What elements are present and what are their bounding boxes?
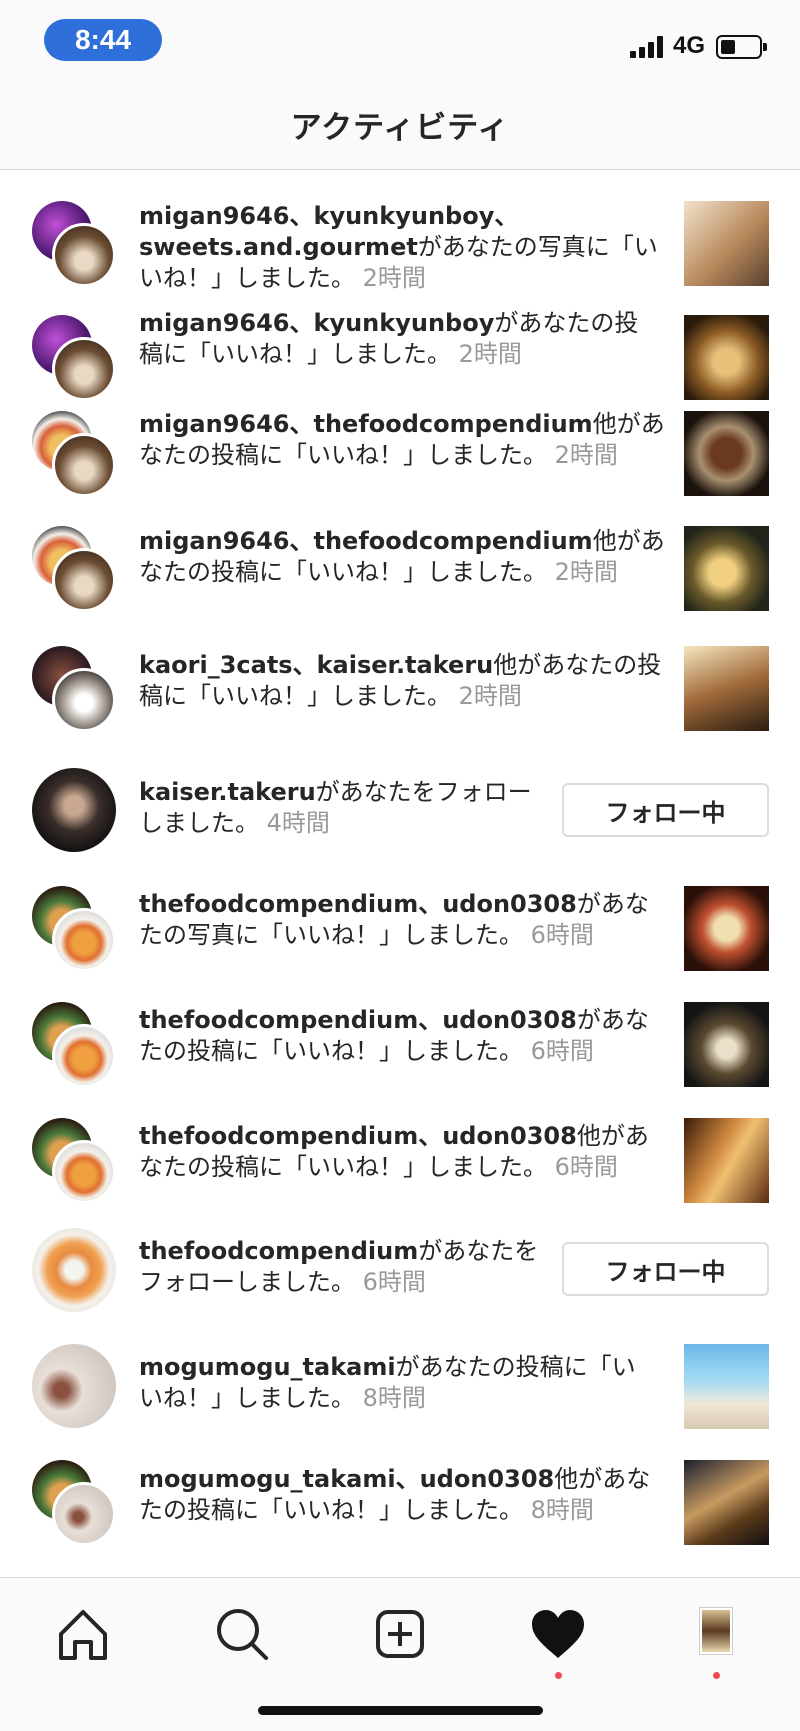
search-icon[interactable]	[212, 1604, 272, 1664]
post-thumbnail[interactable]	[684, 1344, 769, 1429]
new-post-icon[interactable]	[370, 1604, 430, 1664]
avatar	[52, 668, 116, 732]
usernames[interactable]: thefoodcompendium、udon0308	[139, 1006, 577, 1034]
activity-text: kaiser.takeruがあなたをフォローしました。 4時間	[139, 777, 549, 839]
post-thumbnail[interactable]	[684, 315, 769, 400]
activity-heart-icon[interactable]	[528, 1604, 588, 1664]
usernames[interactable]: mogumogu_takami	[139, 1353, 396, 1381]
avatar	[52, 1482, 116, 1546]
activity-text: mogumogu_takami、udon0308他があなたの投稿に「いいね！」し…	[139, 1464, 659, 1526]
activity-text: thefoodcompendium、udon0308他があなたの投稿に「いいね！…	[139, 1121, 659, 1183]
activity-text: thefoodcompendium、udon0308があなたの写真に「いいね！」…	[139, 889, 659, 951]
avatar	[52, 1140, 116, 1204]
profile-icon[interactable]	[699, 1607, 733, 1655]
home-icon[interactable]	[53, 1604, 113, 1664]
usernames[interactable]: thefoodcompendium	[139, 1237, 418, 1265]
activity-row[interactable]: thefoodcompendium、udon0308他があなたの投稿に「いいね！…	[0, 1112, 800, 1228]
post-thumbnail[interactable]	[684, 201, 769, 286]
activity-row[interactable]: thefoodcompendium、udon0308があなたの写真に「いいね！」…	[0, 880, 800, 996]
post-thumbnail[interactable]	[684, 646, 769, 731]
activity-feed[interactable]: migan9646、kyunkyunboy、sweets.and.gourmet…	[0, 171, 800, 1577]
usernames[interactable]: thefoodcompendium、udon0308	[139, 1122, 577, 1150]
avatar-stack[interactable]	[32, 411, 116, 497]
avatar	[52, 548, 116, 612]
activity-text: thefoodcompendium、udon0308があなたの投稿に「いいね！」…	[139, 1005, 659, 1067]
activity-row[interactable]: migan9646、kyunkyunboy、sweets.and.gourmet…	[0, 171, 800, 293]
activity-text: thefoodcompendiumがあなたをフォローしました。 6時間	[139, 1236, 549, 1298]
avatar	[52, 223, 116, 287]
avatar-stack[interactable]	[32, 886, 116, 972]
avatar-stack[interactable]	[32, 201, 116, 287]
usernames[interactable]: mogumogu_takami、udon0308	[139, 1465, 554, 1493]
avatar-stack[interactable]	[32, 1002, 116, 1088]
activity-row[interactable]: migan9646、thefoodcompendium他があなたの投稿に「いいね…	[0, 409, 800, 526]
avatar-stack[interactable]	[32, 1228, 116, 1312]
timestamp: 6時間	[530, 921, 594, 949]
activity-row[interactable]: mogumogu_takamiがあなたの投稿に「いいね！」しました。 8時間	[0, 1344, 800, 1460]
usernames[interactable]: thefoodcompendium、udon0308	[139, 890, 577, 918]
timestamp: 2時間	[362, 264, 426, 292]
avatar	[32, 1228, 116, 1312]
activity-text: migan9646、thefoodcompendium他があなたの投稿に「いいね…	[139, 526, 669, 588]
timestamp: 8時間	[362, 1384, 426, 1412]
activity-row[interactable]: migan9646、kyunkyunboyがあなたの投稿に「いいね！」しました。…	[0, 293, 800, 409]
activity-notification-dot	[555, 1672, 562, 1679]
avatar-stack[interactable]	[32, 1344, 116, 1428]
home-indicator	[258, 1706, 543, 1715]
battery-icon	[716, 35, 767, 59]
following-button[interactable]: フォロー中	[562, 783, 769, 837]
avatar-stack[interactable]	[32, 1118, 116, 1204]
activity-row[interactable]: mogumogu_takami、udon0308他があなたの投稿に「いいね！」し…	[0, 1460, 800, 1577]
profile-notification-dot	[713, 1672, 720, 1679]
post-thumbnail[interactable]	[684, 1118, 769, 1203]
avatar	[52, 908, 116, 972]
timestamp: 6時間	[530, 1037, 594, 1065]
avatar-stack[interactable]	[32, 1460, 116, 1546]
network-type: 4G	[673, 32, 706, 59]
timestamp: 2時間	[554, 558, 618, 586]
timestamp: 6時間	[554, 1153, 618, 1181]
activity-row[interactable]: kaori_3cats、kaiser.takeru他があなたの投稿に「いいね！」…	[0, 646, 800, 762]
timestamp: 2時間	[554, 441, 618, 469]
activity-text: migan9646、kyunkyunboyがあなたの投稿に「いいね！」しました。…	[139, 308, 659, 370]
activity-row[interactable]: thefoodcompendium、udon0308があなたの投稿に「いいね！」…	[0, 996, 800, 1112]
post-thumbnail[interactable]	[684, 411, 769, 496]
status-time[interactable]: 8:44	[44, 19, 162, 61]
avatar-stack[interactable]	[32, 315, 116, 401]
status-bar: 8:44 4G	[0, 0, 800, 80]
post-thumbnail[interactable]	[684, 1002, 769, 1087]
activity-text: mogumogu_takamiがあなたの投稿に「いいね！」しました。 8時間	[139, 1352, 659, 1414]
timestamp: 4時間	[266, 809, 330, 837]
activity-text: kaori_3cats、kaiser.takeru他があなたの投稿に「いいね！」…	[139, 650, 669, 712]
activity-text: migan9646、thefoodcompendium他があなたの投稿に「いいね…	[139, 409, 669, 471]
timestamp: 6時間	[362, 1268, 426, 1296]
avatar-stack[interactable]	[32, 646, 116, 732]
activity-row[interactable]: kaiser.takeruがあなたをフォローしました。 4時間 フォロー中	[0, 762, 800, 880]
activity-row[interactable]: migan9646、thefoodcompendium他があなたの投稿に「いいね…	[0, 526, 800, 646]
timestamp: 8時間	[530, 1496, 594, 1524]
avatar	[52, 433, 116, 497]
post-thumbnail[interactable]	[684, 886, 769, 971]
avatar-stack[interactable]	[32, 526, 116, 612]
usernames[interactable]: migan9646、kyunkyunboy	[139, 309, 494, 337]
avatar	[32, 768, 116, 852]
cellular-signal-icon	[630, 36, 668, 58]
post-thumbnail[interactable]	[684, 1460, 769, 1545]
usernames[interactable]: migan9646、thefoodcompendium	[139, 527, 593, 555]
activity-text: migan9646、kyunkyunboy、sweets.and.gourmet…	[139, 201, 669, 294]
page-title: アクティビティ	[290, 110, 510, 146]
avatar-stack[interactable]	[32, 768, 116, 852]
usernames[interactable]: kaiser.takeru	[139, 778, 316, 806]
post-thumbnail[interactable]	[684, 526, 769, 611]
activity-header: アクティビティ	[0, 80, 800, 170]
following-button[interactable]: フォロー中	[562, 1242, 769, 1296]
avatar	[52, 337, 116, 401]
timestamp: 2時間	[458, 340, 522, 368]
usernames[interactable]: kaori_3cats、kaiser.takeru	[139, 651, 493, 679]
avatar	[32, 1344, 116, 1428]
usernames[interactable]: migan9646、thefoodcompendium	[139, 410, 593, 438]
avatar	[52, 1024, 116, 1088]
activity-row[interactable]: thefoodcompendiumがあなたをフォローしました。 6時間 フォロー…	[0, 1228, 800, 1344]
timestamp: 2時間	[458, 682, 522, 710]
